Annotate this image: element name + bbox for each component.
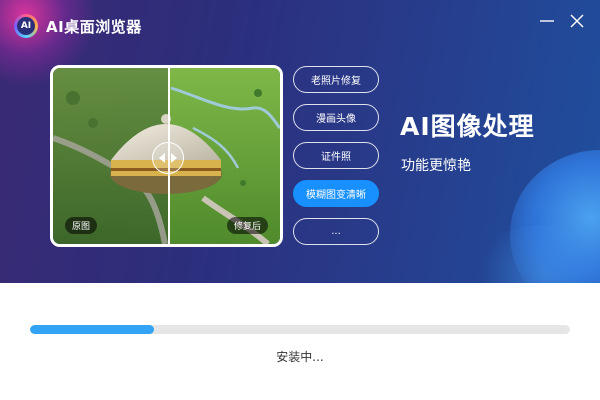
decor-glow-blue-small <box>470 225 600 283</box>
feature-subtitle: 功能更惊艳 <box>401 158 471 174</box>
logo-text: AI <box>17 17 35 35</box>
minimize-icon <box>540 20 554 22</box>
close-button[interactable] <box>568 12 586 30</box>
feature-title: AI图像处理 <box>400 112 535 141</box>
ai-logo-icon: AI <box>14 14 38 38</box>
compare-arrows-icon <box>159 153 177 163</box>
option-id-photo[interactable]: 证件照 <box>293 142 379 169</box>
after-label: 修复后 <box>226 217 268 234</box>
option-old-photo-repair[interactable]: 老照片修复 <box>293 66 379 93</box>
before-after-preview: 原图 修复后 <box>50 65 283 247</box>
app-title: AI桌面浏览器 <box>46 17 142 36</box>
before-label: 原图 <box>65 217 98 234</box>
minimize-button[interactable] <box>538 12 556 30</box>
brand: AI AI桌面浏览器 <box>14 14 142 38</box>
compare-slider-handle[interactable] <box>152 142 184 174</box>
installer-window: AI AI桌面浏览器 原图 修复后 老照片修复 漫画头像 证件照 模糊图变清晰 … <box>0 0 600 400</box>
install-progress-fill <box>30 325 155 334</box>
close-icon <box>570 14 584 28</box>
install-status: 安装中... <box>276 350 324 364</box>
option-comic-avatar[interactable]: 漫画头像 <box>293 104 379 131</box>
install-progress-bar <box>30 325 570 334</box>
option-more[interactable]: ... <box>293 218 379 245</box>
option-deblur[interactable]: 模糊图变清晰 <box>293 180 379 207</box>
header-banner: AI AI桌面浏览器 原图 修复后 老照片修复 漫画头像 证件照 模糊图变清晰 … <box>0 0 600 283</box>
